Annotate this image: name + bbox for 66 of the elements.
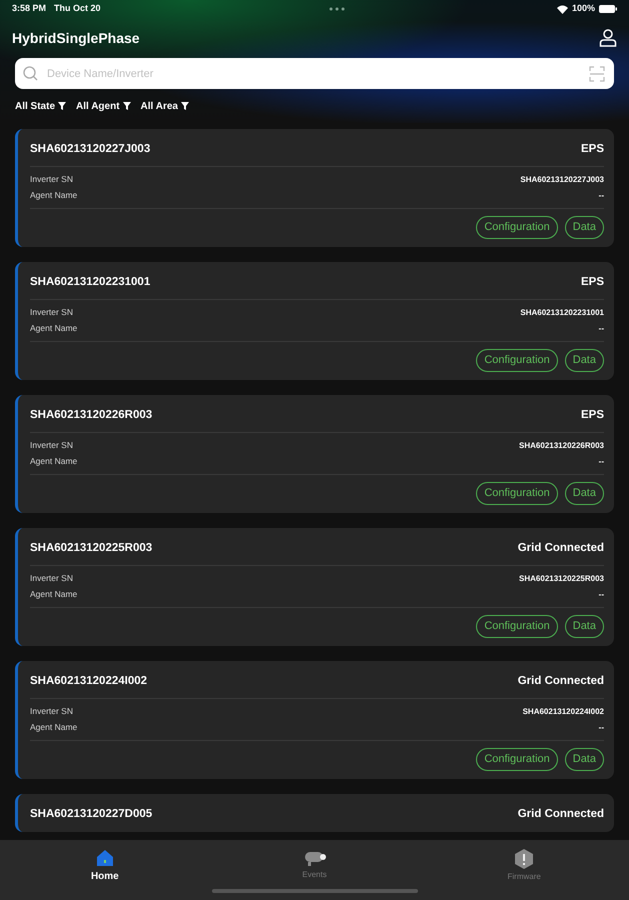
device-status: EPS [580, 275, 604, 290]
field-label: Agent Name [30, 455, 78, 468]
device-name: SHA60213120226R003 [30, 408, 152, 424]
field-value: SHA60213120227J003 [520, 174, 604, 186]
field-value: SHA60213120225R003 [519, 572, 604, 584]
device-card[interactable]: SHA60213120227J003 EPS Inverter SN SHA60213120227J003 Agent Name -- Configuration Data [15, 129, 614, 247]
field-label: Agent Name [30, 322, 78, 335]
search-icon [23, 66, 38, 81]
search-field[interactable]: Device Name/Inverter [15, 58, 614, 89]
status-time: 3:58 PM [12, 2, 46, 16]
field-value: SHA602131202231001 [520, 306, 604, 318]
device-card[interactable]: SHA60213120226R003 EPS Inverter SN SHA60213120226R003 Agent Name -- Configuration Data [15, 395, 614, 513]
field-label: Inverter SN [30, 306, 73, 319]
action-button[interactable]: Data [564, 482, 604, 505]
action-button[interactable]: Data [564, 615, 604, 638]
filter-icon [180, 102, 189, 110]
tab-bar-item[interactable]: Home [0, 848, 210, 889]
field-value: -- [598, 190, 604, 202]
app-title: HybridSinglePhase [12, 28, 140, 48]
field-label: Inverter SN [30, 705, 73, 718]
action-button[interactable]: Configuration [476, 615, 558, 638]
field-value: SHA60213120226R003 [519, 440, 604, 452]
filter-dropdown[interactable]: All Agent [76, 98, 131, 114]
battery-percent: 100% [572, 2, 595, 16]
status-date: Thu Oct 20 [54, 2, 101, 16]
field-value: -- [598, 456, 604, 468]
action-button[interactable]: Configuration [476, 482, 558, 505]
filter-dropdown[interactable]: All State [15, 98, 66, 114]
device-name: SHA60213120225R003 [30, 541, 152, 556]
house-icon [94, 848, 115, 868]
action-button[interactable]: Data [564, 349, 604, 372]
action-button[interactable]: Configuration [476, 349, 558, 372]
action-button[interactable]: Configuration [476, 748, 558, 771]
field-label: Inverter SN [30, 439, 73, 452]
device-name: SHA60213120224I002 [30, 674, 148, 690]
more-icon [328, 7, 345, 11]
device-card[interactable]: SHA602131202231001 EPS Inverter SN SHA602131202231001 Agent Name -- Configuration Data [15, 262, 614, 380]
field-label: Inverter SN [30, 572, 73, 585]
field-value: SHA60213120224I002 [522, 706, 604, 718]
device-status: Grid Connected [518, 541, 604, 556]
device-status: EPS [580, 142, 604, 158]
device-card[interactable]: SHA60213120225R003 Grid Connected Inverter SN SHA60213120225R003 Agent Name -- Configuration Data [15, 528, 614, 646]
filter-icon [58, 102, 66, 110]
device-card[interactable]: SHA60213120227D005 Grid Connected [15, 794, 614, 832]
device-status: Grid Connected [518, 674, 604, 690]
field-label: Inverter SN [30, 173, 73, 186]
action-button[interactable]: Configuration [476, 216, 558, 239]
battery-icon [599, 5, 617, 13]
device-name: SHA60213120227D005 [30, 807, 152, 822]
action-button[interactable]: Data [564, 216, 604, 239]
device-status: EPS [580, 408, 604, 424]
user-icon[interactable] [599, 29, 617, 47]
filter-dropdown[interactable]: All Area [140, 98, 189, 114]
action-button[interactable]: Data [564, 748, 604, 771]
wifi-icon [556, 4, 568, 14]
device-name: SHA602131202231001 [30, 275, 150, 290]
field-label: Agent Name [30, 588, 78, 601]
filter-icon [122, 102, 131, 110]
field-label: Agent Name [30, 721, 78, 734]
device-name: SHA60213120227J003 [30, 142, 150, 158]
field-label: Agent Name [30, 189, 78, 202]
device-card[interactable]: SHA60213120224I002 Grid Connected Inverter SN SHA60213120224I002 Agent Name -- Configuration Data [15, 661, 614, 779]
field-value: -- [598, 588, 604, 600]
field-value: -- [598, 322, 604, 334]
device-status: Grid Connected [518, 807, 604, 822]
field-value: -- [598, 722, 604, 734]
